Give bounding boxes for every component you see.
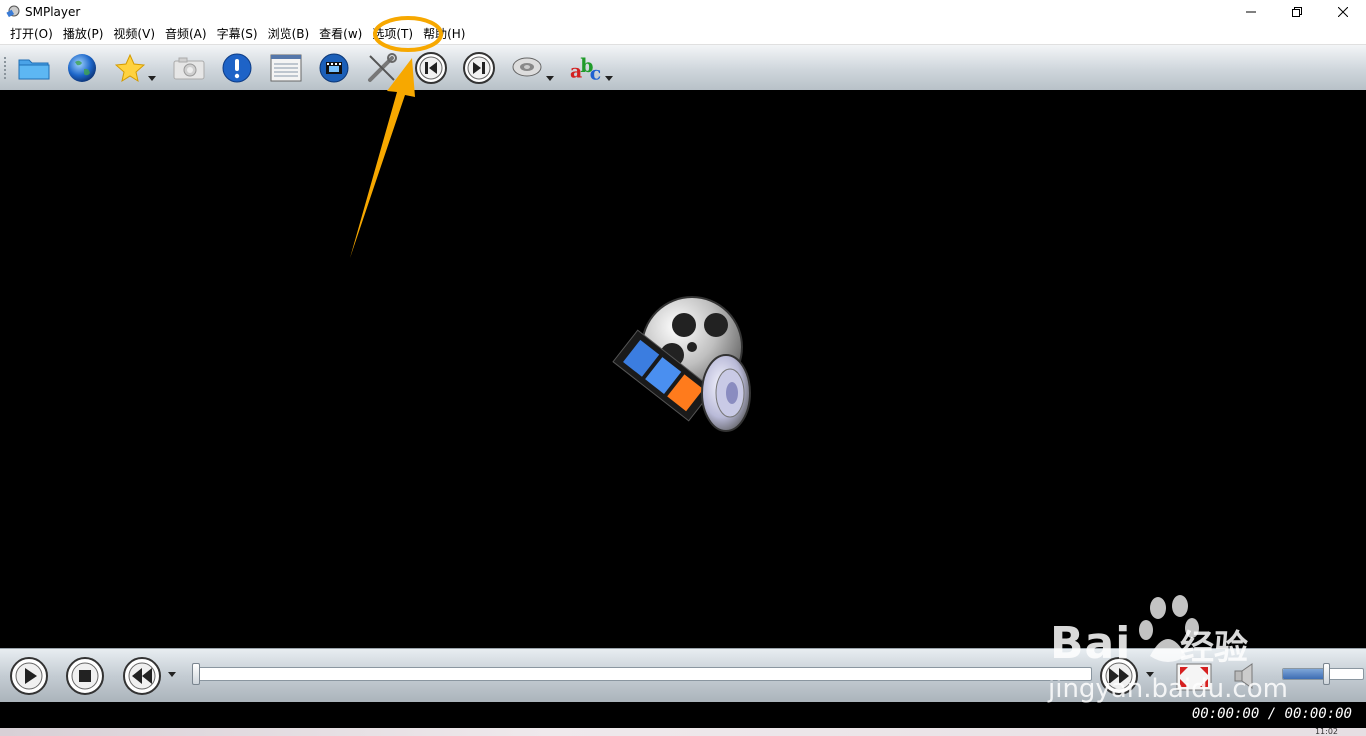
open-url-globe-icon — [68, 54, 96, 82]
svg-text:c: c — [590, 62, 601, 84]
info-button[interactable] — [221, 52, 253, 84]
status-bar: 00:00:00 / 00:00:00 — [0, 702, 1366, 728]
preferences-tools-icon — [368, 53, 397, 82]
menu-subtitles[interactable]: 字幕(S) — [212, 24, 263, 44]
rewind-dropdown-arrow[interactable] — [168, 672, 176, 677]
subtitle-button[interactable]: a b c — [570, 52, 602, 84]
seek-handle[interactable] — [192, 663, 200, 685]
audio-track-icon — [512, 57, 542, 77]
favorites-dropdown-arrow[interactable] — [148, 76, 156, 81]
window-title: SMPlayer — [25, 5, 81, 19]
rewind-button[interactable] — [123, 657, 161, 695]
title-bar: SMPlayer — [0, 0, 1366, 24]
youtube-button[interactable] — [318, 52, 350, 84]
taskbar-strip — [0, 728, 1366, 736]
restore-icon — [1292, 7, 1302, 17]
menu-video[interactable]: 视频(V) — [108, 24, 160, 44]
subtitle-abc-icon: a b c — [570, 55, 601, 84]
play-button[interactable] — [10, 657, 48, 695]
menu-help[interactable]: 帮助(H) — [418, 24, 470, 44]
watermark-brand-suffix: 经验 — [1180, 628, 1248, 668]
next-icon — [463, 52, 495, 84]
watermark-brand: Bai — [1050, 618, 1132, 669]
close-button[interactable] — [1320, 0, 1366, 24]
menu-audio[interactable]: 音频(A) — [160, 24, 212, 44]
previous-button[interactable] — [415, 52, 447, 84]
watermark-url: jingyan.baidu.com — [1048, 674, 1288, 704]
open-folder-icon — [18, 59, 50, 80]
youtube-video-icon — [319, 53, 349, 83]
playlist-icon — [270, 54, 302, 82]
favorites-button[interactable] — [114, 52, 146, 84]
menu-bar: 打开(O) 播放(P) 视频(V) 音频(A) 字幕(S) 浏览(B) 查看(w… — [0, 24, 1366, 45]
preferences-button[interactable] — [366, 52, 398, 84]
restore-button[interactable] — [1274, 0, 1320, 24]
toolbar-grip-icon[interactable] — [3, 57, 7, 79]
menu-open[interactable]: 打开(O) — [5, 24, 58, 44]
volume-level-fill — [1283, 669, 1327, 679]
info-icon — [222, 53, 252, 83]
favorites-star-icon — [115, 53, 145, 83]
seek-bar[interactable] — [196, 667, 1092, 681]
smplayer-app-icon — [6, 5, 20, 18]
menu-browse[interactable]: 浏览(B) — [263, 24, 315, 44]
next-button[interactable] — [463, 52, 495, 84]
minimize-button[interactable] — [1228, 0, 1274, 24]
volume-handle[interactable] — [1323, 663, 1330, 685]
screenshot-button[interactable] — [173, 52, 205, 84]
smplayer-logo — [612, 296, 751, 432]
menu-view[interactable]: 查看(w) — [314, 24, 367, 44]
main-toolbar: a b c — [0, 45, 1366, 91]
time-display: 00:00:00 / 00:00:00 — [1191, 706, 1352, 722]
subtitle-dropdown-arrow[interactable] — [605, 76, 613, 81]
previous-icon — [415, 52, 447, 84]
minimize-icon — [1246, 11, 1256, 13]
stop-icon — [79, 670, 91, 682]
close-icon — [1338, 7, 1348, 17]
menu-options[interactable]: 选项(T) — [367, 24, 418, 44]
audio-track-button[interactable] — [511, 52, 543, 84]
open-url-button[interactable] — [66, 52, 98, 84]
stop-button[interactable] — [66, 657, 104, 695]
taskbar-clock: 11:02 — [1314, 727, 1338, 736]
audio-track-dropdown-arrow[interactable] — [546, 76, 554, 81]
screenshot-camera-icon — [173, 57, 205, 80]
playlist-button[interactable] — [270, 52, 302, 84]
menu-play[interactable]: 播放(P) — [58, 24, 109, 44]
open-file-button[interactable] — [18, 52, 50, 84]
